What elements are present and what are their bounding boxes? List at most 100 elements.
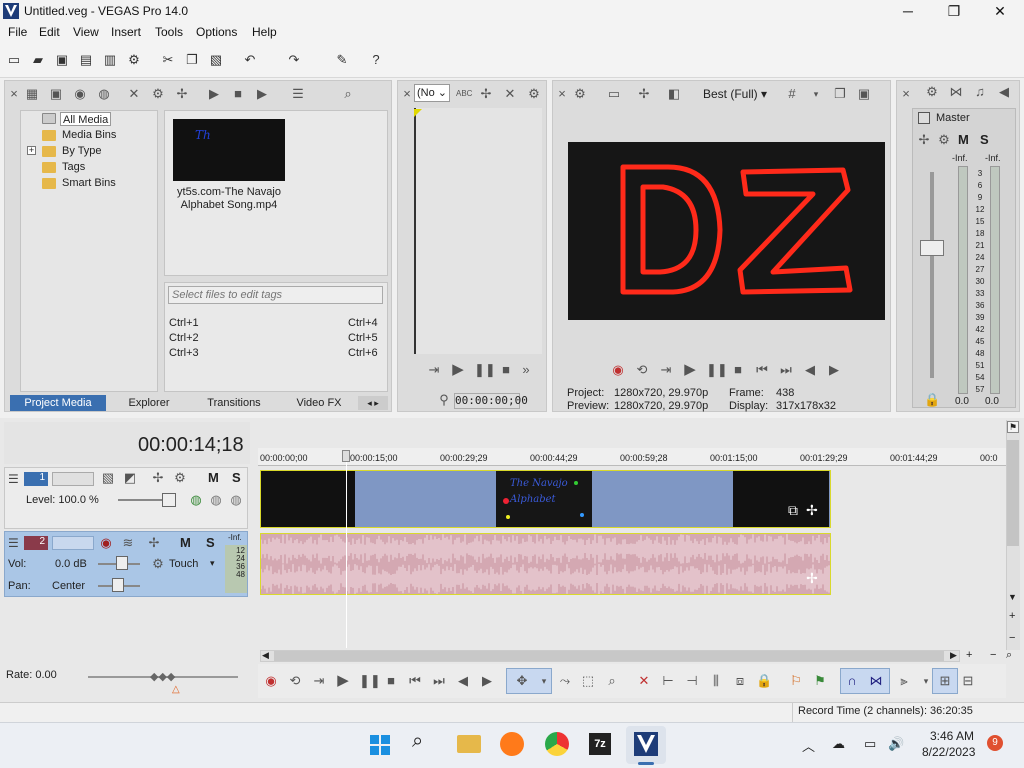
expand-icon[interactable]: + (27, 146, 36, 155)
properties-gear-icon[interactable]: ⚙ (126, 52, 142, 68)
web-icon[interactable]: ◍ (96, 86, 112, 102)
spellcheck-icon[interactable]: ABC (456, 86, 472, 102)
ignore-grouping-icon[interactable]: ⧈ (732, 673, 748, 689)
network-icon[interactable]: ☁ (832, 736, 845, 752)
media-fx-icon[interactable]: ✢ (174, 86, 190, 102)
track-1-settings-icon[interactable]: ⚙ (172, 470, 188, 486)
trim-tool-icon[interactable]: ✢ (478, 86, 494, 102)
preview-quality[interactable]: Best (Full) ▾ (703, 87, 767, 101)
automation-gear-icon[interactable]: ⚙ (150, 556, 166, 572)
edit-tool-icon[interactable]: ✥ (514, 673, 530, 689)
panel-close-icon[interactable]: × (6, 86, 22, 102)
automation-dropdown-icon[interactable]: ▾ (210, 558, 215, 569)
play-icon[interactable]: ▶ (682, 362, 698, 378)
trimmer-loop-icon[interactable]: ⇥ (426, 362, 442, 378)
select-events-icon[interactable]: ⊞ (937, 673, 953, 689)
auto-preview-icon[interactable]: ▶ (254, 86, 270, 102)
zoom-in-vertical-icon[interactable]: + (1009, 610, 1015, 622)
clock-time[interactable]: 3:46 AM (930, 729, 974, 743)
tree-by-type[interactable]: By Type (62, 144, 102, 158)
arm-record-icon[interactable]: ◉ (98, 535, 114, 551)
overlays-dropdown-icon[interactable]: ▾ (808, 86, 824, 102)
overlays-grid-icon[interactable]: # (784, 86, 800, 102)
split-screen-icon[interactable]: ◧ (666, 86, 682, 102)
trimmer-stop-icon[interactable]: ■ (498, 362, 514, 378)
master-settings-icon[interactable]: ⚙ (924, 84, 940, 100)
paste-icon[interactable]: ▧ (208, 52, 224, 68)
preview-settings-icon[interactable]: ⚙ (572, 86, 588, 102)
tags-input[interactable] (168, 286, 383, 304)
volume-slider-handle[interactable] (116, 556, 128, 570)
master-mute-icon[interactable]: ◀ (996, 84, 1012, 100)
trimmer-forward-icon[interactable]: » (518, 362, 534, 378)
tab-scroll-arrows[interactable]: ◂ ▸ (358, 396, 388, 410)
maximize-button[interactable]: ❐ (931, 0, 977, 22)
selection-tool-icon[interactable]: ⬚ (580, 673, 596, 689)
menu-tools[interactable]: Tools (155, 25, 183, 39)
timeline-stop-icon[interactable]: ■ (383, 673, 399, 689)
tree-tags[interactable]: Tags (62, 160, 85, 174)
tray-chevron-icon[interactable]: ︿ (802, 736, 815, 755)
composite-mode-icon[interactable]: ◍ (188, 492, 204, 508)
views-icon[interactable]: ☰ (290, 86, 306, 102)
scroll-right-icon[interactable]: ▶ (950, 650, 957, 661)
timeline-next-frame-icon[interactable]: ▶ (479, 673, 495, 689)
timeline-start-icon[interactable]: ⏮ (407, 673, 423, 689)
copy-snapshot-icon[interactable]: ❐ (832, 86, 848, 102)
taskbar-search-icon[interactable]: ⌕ (412, 730, 423, 753)
help-icon[interactable]: ? (368, 52, 384, 68)
seven-zip-icon[interactable]: 7z (589, 733, 611, 755)
master-close-icon[interactable]: × (898, 86, 914, 102)
menu-view[interactable]: View (73, 25, 99, 39)
cut-icon[interactable]: ✂ (160, 52, 176, 68)
marker-flag-icon[interactable]: ⚑ (1007, 421, 1019, 433)
media-thumbnail[interactable]: Th (173, 119, 285, 181)
playhead-line[interactable] (346, 452, 347, 648)
master-lock-icon[interactable]: 🔒 (924, 392, 940, 408)
trim-end-icon[interactable]: ⊣ (684, 673, 700, 689)
record-icon[interactable]: ◉ (610, 362, 626, 378)
pan-crop-icon[interactable]: ⧉ (788, 502, 798, 519)
tab-transitions[interactable]: Transitions (192, 395, 276, 411)
open-folder-icon[interactable]: ▰ (30, 52, 46, 68)
track-1-mute-button[interactable]: M (208, 470, 219, 485)
tab-project-media[interactable]: Project Media (10, 395, 106, 411)
automation-mode[interactable]: Touch (169, 558, 198, 570)
menu-insert[interactable]: Insert (111, 25, 141, 39)
trimmer-settings-icon[interactable]: ⚙ (526, 86, 542, 102)
parent-motion-icon[interactable]: ◍ (208, 492, 224, 508)
timeline-end-icon[interactable]: ⏭ (431, 673, 447, 689)
master-fx-icon[interactable]: ✢ (916, 132, 932, 148)
undo-icon[interactable]: ↶ (242, 52, 258, 68)
trimmer-area[interactable] (414, 108, 542, 354)
save-snapshot-icon[interactable]: ▣ (856, 86, 872, 102)
volume-icon[interactable]: 🔊 (888, 736, 904, 752)
zoom-in-icon[interactable]: + (966, 649, 972, 661)
track-2-collapse-icon[interactable]: ☰ (8, 536, 19, 550)
insert-marker-icon[interactable]: ⚐ (788, 673, 804, 689)
master-fader-handle[interactable] (920, 240, 944, 256)
timeline-record-icon[interactable]: ◉ (263, 673, 279, 689)
new-file-icon[interactable]: ▭ (6, 52, 22, 68)
delete-icon[interactable]: ✕ (636, 673, 652, 689)
tree-all-media[interactable]: All Media (60, 112, 112, 126)
playhead-handle[interactable] (342, 450, 350, 462)
menu-edit[interactable]: Edit (39, 25, 60, 39)
clip-fx-icon[interactable]: ✢ (806, 502, 818, 519)
stop-icon[interactable]: ■ (730, 362, 746, 378)
external-monitor-icon[interactable]: ▭ (606, 86, 622, 102)
level-slider-handle[interactable] (162, 493, 176, 507)
zoom-out-icon[interactable]: − (990, 649, 996, 661)
track-2-solo-button[interactable]: S (206, 535, 215, 550)
search-icon[interactable]: ⌕ (340, 86, 356, 102)
next-frame-icon[interactable]: ▶ (826, 362, 842, 378)
horizontal-scroll-thumb[interactable] (274, 651, 944, 661)
trimmer-play-icon[interactable]: ▶ (450, 362, 466, 378)
trimmer-dropdown[interactable]: (No ⌄ (414, 84, 450, 102)
split-icon[interactable]: ⫼ (708, 673, 724, 689)
vertical-scroll-thumb[interactable] (1007, 440, 1019, 546)
track-2-name-field[interactable] (52, 536, 94, 550)
track-1-solo-button[interactable]: S (232, 470, 241, 485)
tree-smart-bins[interactable]: Smart Bins (62, 176, 116, 190)
lock-envelopes-icon[interactable]: 🔒 (756, 673, 772, 689)
